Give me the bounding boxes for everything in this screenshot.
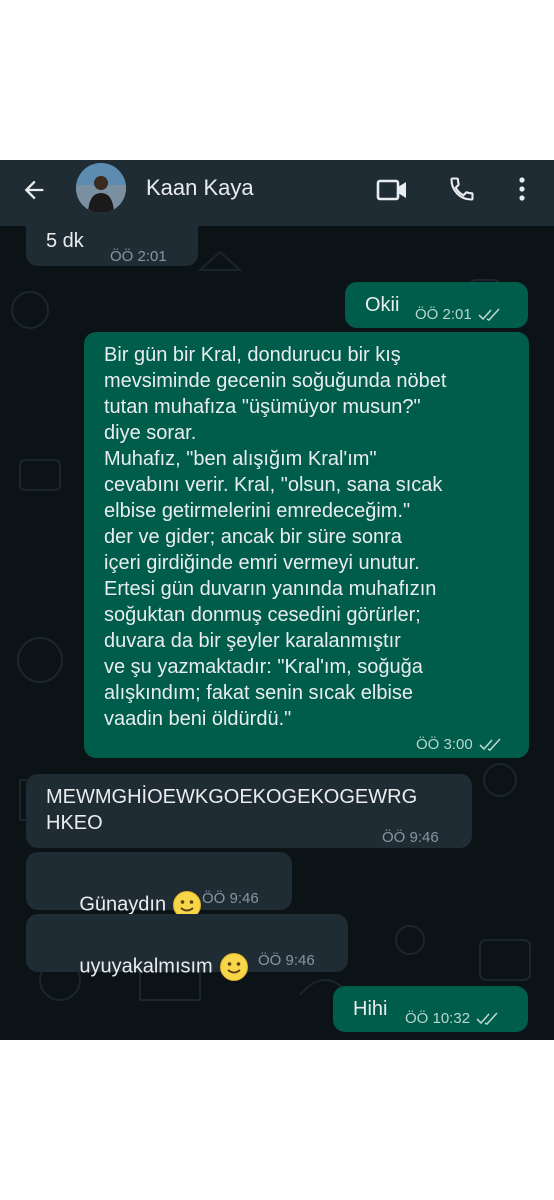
message-bubble-incoming[interactable]: MEWMGHİOEWKGOEKOGEKOGEWRG HKEO ÖÖ 9:46 bbox=[26, 774, 472, 848]
message-meta: ÖÖ 2:01 bbox=[415, 302, 502, 328]
message-bubble-outgoing[interactable]: Bir gün bir Kral, dondurucu bir kış mevs… bbox=[84, 332, 529, 758]
message-text-content: uyuyakalmısım bbox=[79, 955, 213, 978]
message-bubble-outgoing[interactable]: Hihi ÖÖ 10:32 bbox=[333, 986, 528, 1032]
message-time: ÖÖ 9:46 bbox=[382, 829, 439, 846]
message-text: Bir gün bir Kral, dondurucu bir kış mevs… bbox=[104, 344, 447, 730]
message-text: 5 dk bbox=[46, 230, 84, 252]
message-bubble-incoming[interactable]: Günaydın ÖÖ 9:46 bbox=[26, 852, 292, 919]
message-text: uyuyakalmısım bbox=[46, 926, 249, 1008]
double-check-icon bbox=[479, 738, 501, 751]
double-check-icon bbox=[478, 308, 500, 321]
message-time: ÖÖ 3:00 bbox=[416, 736, 473, 753]
message-text: Hihi bbox=[353, 998, 388, 1020]
chat-screen: Kaan Kaya 5 dk ÖÖ 2:01 Okii ÖÖ 2:01 Bir … bbox=[0, 160, 554, 1040]
phone-icon bbox=[450, 177, 474, 201]
back-arrow-icon bbox=[24, 180, 44, 200]
message-time: ÖÖ 2:01 bbox=[110, 248, 167, 265]
message-text: Okii bbox=[365, 294, 400, 316]
more-vert-icon bbox=[519, 177, 525, 201]
voice-call-button[interactable] bbox=[442, 172, 482, 206]
more-options-button[interactable] bbox=[506, 172, 538, 206]
video-call-button[interactable] bbox=[372, 174, 412, 206]
message-time: ÖÖ 2:01 bbox=[415, 306, 472, 323]
video-call-icon bbox=[376, 179, 406, 201]
message-time: ÖÖ 9:46 bbox=[202, 890, 259, 907]
message-meta: ÖÖ 3:00 bbox=[416, 732, 503, 758]
back-button[interactable] bbox=[14, 174, 54, 206]
double-check-icon bbox=[476, 1012, 498, 1025]
avatar[interactable] bbox=[76, 163, 126, 213]
message-text-content: Günaydın bbox=[79, 893, 167, 916]
message-meta: ÖÖ 10:32 bbox=[405, 1006, 500, 1032]
slightly-smiling-face-icon bbox=[219, 953, 248, 981]
message-bubble-incoming[interactable]: uyuyakalmısım ÖÖ 9:46 bbox=[26, 914, 348, 981]
message-bubble-incoming[interactable]: 5 dk ÖÖ 2:01 bbox=[26, 212, 198, 266]
message-time: ÖÖ 9:46 bbox=[258, 952, 315, 969]
message-bubble-outgoing[interactable]: Okii ÖÖ 2:01 bbox=[345, 282, 528, 328]
profile-photo bbox=[76, 163, 126, 213]
message-text: MEWMGHİOEWKGOEKOGEKOGEWRG HKEO bbox=[46, 786, 418, 834]
contact-name[interactable]: Kaan Kaya bbox=[146, 174, 254, 202]
message-time: ÖÖ 10:32 bbox=[405, 1010, 471, 1027]
